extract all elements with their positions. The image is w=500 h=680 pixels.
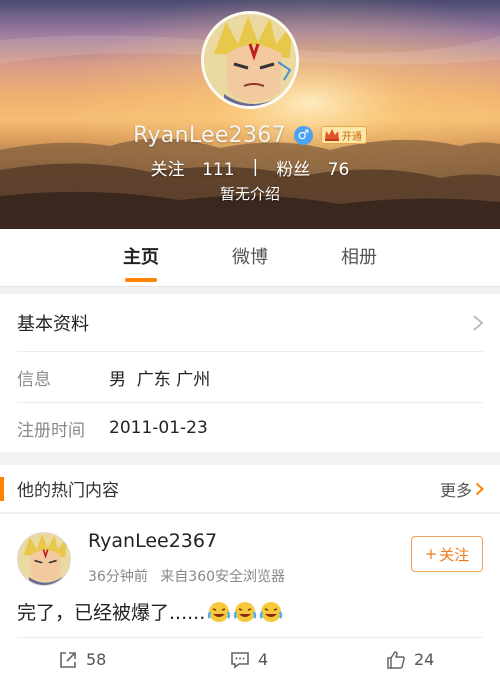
- followers-label: 粉丝: [276, 159, 311, 180]
- like-button[interactable]: 24: [386, 638, 434, 680]
- post-text: 完了，已经被爆了......: [17, 602, 206, 624]
- profile-avatar[interactable]: [201, 11, 299, 109]
- chevron-right-icon: [473, 315, 484, 331]
- following-stat[interactable]: 关注 111: [151, 155, 235, 180]
- active-tab-indicator: [125, 278, 157, 282]
- info-row-register-date: 注册时间 2011-01-23: [0, 403, 500, 453]
- vip-label: 开通: [341, 131, 362, 143]
- comment-button[interactable]: 4: [230, 638, 268, 680]
- username-row: RyanLee2367 ♂ 开通: [0, 120, 500, 150]
- chevron-right-icon: [475, 482, 484, 495]
- repost-icon: [60, 651, 76, 668]
- follow-button[interactable]: + 关注: [411, 536, 483, 572]
- laugh-cry-emoji-icon: [208, 601, 231, 622]
- more-label: 更多: [439, 480, 472, 500]
- post-card[interactable]: RyanLee2367 36分钟前 来自360安全浏览器 + 关注 完了，已经被…: [0, 513, 500, 680]
- laugh-cry-emoji-icon: [234, 601, 257, 622]
- profile-bio: 暂无介绍: [219, 185, 280, 203]
- follow-stats: 关注 111 | 粉丝 76: [0, 154, 500, 180]
- anime-avatar-icon: [18, 533, 70, 585]
- hot-content-title: 他的热门内容: [17, 481, 119, 501]
- followers-count: 76: [327, 159, 350, 180]
- male-icon: ♂: [293, 125, 313, 145]
- like-count: 24: [414, 650, 435, 669]
- following-label: 关注: [150, 159, 185, 180]
- stats-separator: |: [252, 157, 259, 177]
- repost-button[interactable]: 58: [58, 638, 106, 680]
- profile-username: RyanLee2367: [133, 122, 286, 148]
- post-source: 来自360安全浏览器: [160, 569, 286, 585]
- tab-album[interactable]: 相册: [304, 229, 414, 287]
- info-value: 男 广东 广州: [109, 369, 211, 390]
- more-button[interactable]: 更多: [440, 465, 484, 512]
- basic-info-title: 基本资料: [17, 313, 89, 335]
- basic-info-card: 基本资料 信息 男 广东 广州 注册时间 2011-01-23: [0, 294, 500, 452]
- post-actions: 58 4 24: [0, 638, 500, 680]
- comment-count: 4: [258, 650, 269, 669]
- post-author-avatar[interactable]: [17, 532, 71, 586]
- post-author-name[interactable]: RyanLee2367: [88, 530, 217, 552]
- post-content: 完了，已经被爆了......: [17, 598, 283, 625]
- register-date-value: 2011-01-23: [109, 418, 208, 438]
- plus-icon: +: [424, 545, 438, 563]
- info-row-basic: 信息 男 广东 广州: [0, 352, 500, 402]
- following-count: 111: [202, 159, 235, 180]
- thumb-up-icon: [387, 650, 405, 669]
- profile-header: RyanLee2367 ♂ 开通 关注 111 | 粉丝 76 暂无介绍: [0, 0, 500, 229]
- post-meta: 36分钟前 来自360安全浏览器: [88, 566, 285, 586]
- info-label: 信息: [17, 369, 51, 390]
- post-time: 36分钟前: [88, 569, 148, 585]
- comment-icon: [231, 651, 249, 669]
- vip-badge[interactable]: 开通: [320, 126, 367, 144]
- follow-label: 关注: [439, 545, 470, 564]
- profile-tabs: 主页 微博 相册: [0, 229, 500, 287]
- followers-stat[interactable]: 粉丝 76: [276, 155, 349, 180]
- crown-icon: [324, 129, 339, 141]
- basic-info-header[interactable]: 基本资料: [0, 294, 500, 351]
- register-date-label: 注册时间: [17, 420, 85, 441]
- hot-content-header: 他的热门内容 更多: [0, 465, 500, 512]
- section-accent-bar: [0, 477, 4, 501]
- repost-count: 58: [86, 650, 107, 669]
- tab-weibo[interactable]: 微博: [195, 229, 305, 287]
- laugh-cry-emoji-icon: [260, 601, 283, 622]
